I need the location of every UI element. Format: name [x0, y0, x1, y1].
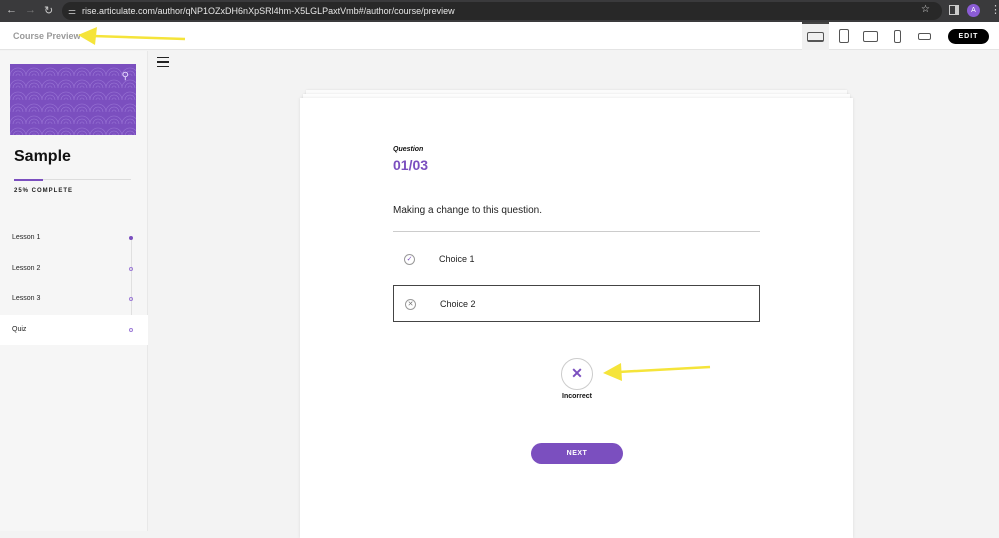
progress-bar	[14, 178, 131, 181]
laptop-icon	[807, 32, 824, 42]
result-label: Incorrect	[562, 393, 592, 400]
browser-toolbar: ← → ↻ ⚌ rise.articulate.com/author/qNP1O…	[0, 0, 999, 22]
bookmark-star-icon[interactable]: ☆	[921, 4, 930, 15]
incorrect-x-icon: ✕	[561, 358, 593, 390]
hamburger-menu-icon[interactable]	[157, 57, 169, 67]
side-panel-icon[interactable]	[949, 5, 959, 15]
sidebar-item-quiz[interactable]: Quiz	[0, 314, 148, 345]
phone-icon	[894, 29, 901, 43]
phone-landscape-view-button[interactable]	[911, 22, 938, 50]
course-sidebar: ⚲ Sample 25% COMPLETE Lesson 1 Lesson 2 …	[0, 51, 148, 531]
forward-icon[interactable]: →	[25, 4, 36, 16]
lesson-label: Lesson 2	[12, 264, 41, 272]
incomplete-dot-icon	[129, 327, 133, 332]
site-settings-icon[interactable]: ⚌	[68, 2, 76, 20]
sidebar-item-lesson-1[interactable]: Lesson 1	[0, 223, 148, 254]
back-icon[interactable]: ←	[6, 4, 17, 16]
tablet-landscape-view-button[interactable]	[857, 22, 884, 50]
tablet-landscape-icon	[863, 30, 878, 42]
choice-label: Choice 1	[439, 254, 475, 264]
address-bar[interactable]: ⚌ rise.articulate.com/author/qNP1OZxDH6n…	[62, 2, 942, 20]
quiz-card: Question 01/03 Making a change to this q…	[300, 98, 853, 538]
phone-landscape-icon	[918, 32, 931, 40]
incomplete-dot-icon	[129, 266, 133, 271]
incomplete-dot-icon	[129, 297, 133, 301]
divider	[393, 231, 760, 232]
sidebar-item-lesson-2[interactable]: Lesson 2	[0, 254, 148, 285]
profile-avatar[interactable]: A	[967, 4, 980, 17]
complete-dot-icon	[129, 236, 133, 240]
next-button[interactable]: NEXT	[531, 443, 623, 464]
reload-icon[interactable]: ↻	[44, 4, 53, 17]
url-text: rise.articulate.com/author/qNP1OZxDH6nXp…	[82, 6, 455, 16]
sidebar-item-lesson-3[interactable]: Lesson 3	[0, 284, 148, 315]
question-text: Making a change to this question.	[393, 205, 542, 216]
question-number: 01/03	[393, 157, 429, 173]
lesson-label: Quiz	[12, 325, 27, 333]
check-circle-icon: ✓	[404, 254, 415, 265]
search-icon[interactable]: ⚲	[122, 71, 129, 82]
lesson-label: Lesson 3	[12, 295, 41, 302]
edit-button[interactable]: EDIT	[948, 29, 989, 44]
page-title: Course Preview	[13, 31, 81, 41]
x-circle-icon: ✕	[405, 299, 416, 310]
choice-label: Choice 2	[440, 299, 476, 309]
question-label: Question	[393, 146, 424, 153]
choice-2[interactable]: ✕ Choice 2	[393, 285, 760, 322]
phone-portrait-view-button[interactable]	[884, 22, 911, 50]
lesson-list: Lesson 1 Lesson 2 Lesson 3 Quiz	[0, 223, 148, 345]
tablet-icon	[838, 29, 849, 43]
app-header: Course Preview EDIT	[0, 22, 999, 50]
choice-1[interactable]: ✓ Choice 1	[393, 241, 760, 278]
desktop-view-button[interactable]	[802, 22, 829, 50]
progress-fill	[14, 178, 44, 181]
scallop-pattern	[10, 64, 136, 135]
tablet-portrait-view-button[interactable]	[830, 22, 857, 50]
lesson-label: Lesson 1	[12, 234, 41, 241]
course-banner-image: ⚲	[10, 64, 136, 135]
course-title: Sample	[14, 148, 71, 165]
progress-label: 25% COMPLETE	[14, 188, 74, 194]
menu-more-icon[interactable]: ⋮	[990, 3, 999, 16]
